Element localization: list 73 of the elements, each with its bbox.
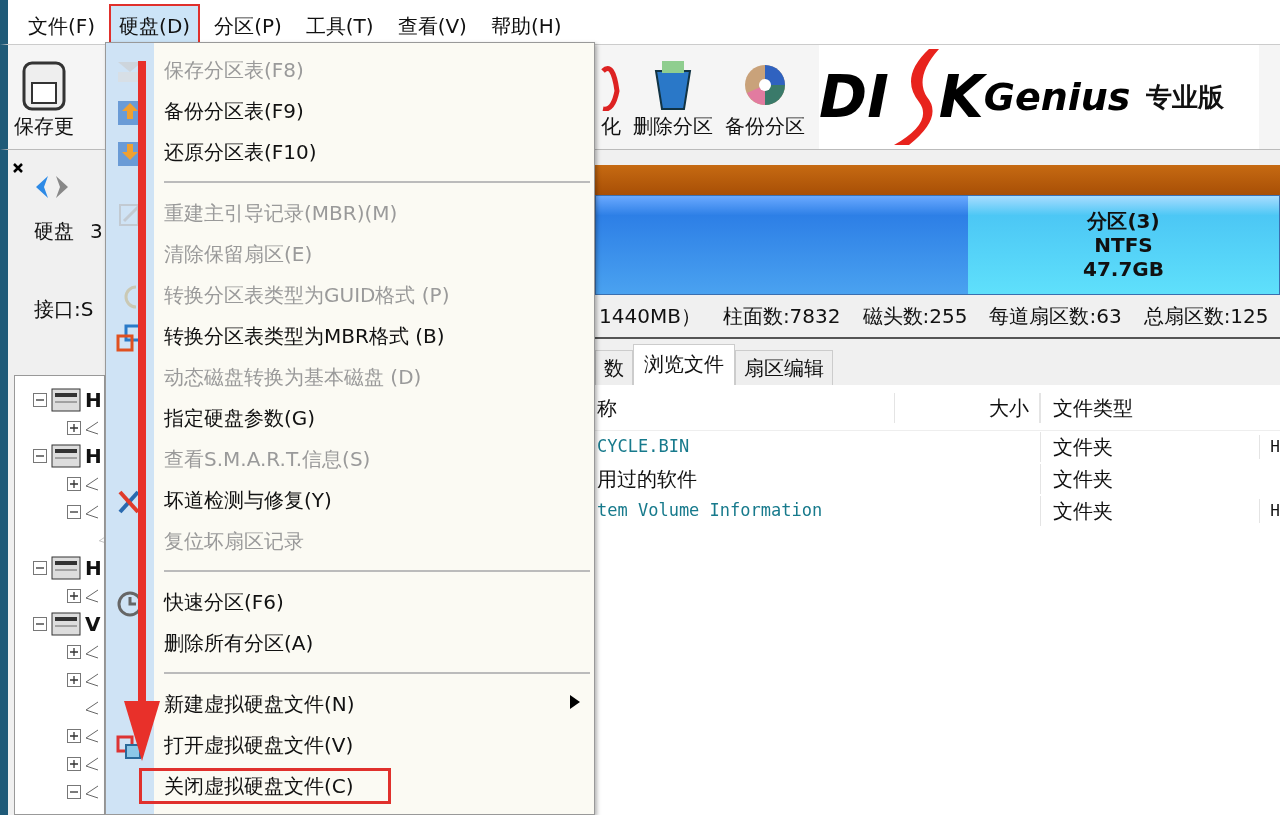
menu-item[interactable]: 还原分区表(F10) <box>157 133 324 170</box>
toolbar-button[interactable]: 备份分区 <box>719 45 811 149</box>
logo-text: DI <box>819 61 889 133</box>
tree-label[interactable]: H <box>85 385 102 415</box>
partition-text: NTFS <box>1094 233 1153 257</box>
collapse-toggle-icon[interactable] <box>67 785 81 799</box>
menu-item[interactable]: 帮助(H) <box>480 4 572 44</box>
collapse-toggle-icon[interactable] <box>33 449 47 463</box>
toolbar-button[interactable]: 化 <box>595 45 627 149</box>
table-cell: 文件夹 <box>1040 464 1260 494</box>
collapse-toggle-icon[interactable] <box>33 617 47 631</box>
tab[interactable]: 扇区编辑 <box>735 350 833 385</box>
collapse-toggle-icon[interactable] <box>33 393 47 407</box>
table-cell: H <box>1259 499 1280 523</box>
close-icon[interactable] <box>12 162 24 174</box>
menu-item[interactable]: 删除所有分区(A) <box>157 624 321 661</box>
collapse-toggle-icon[interactable] <box>33 561 47 575</box>
expand-toggle-icon[interactable] <box>67 645 81 659</box>
table-cell-text: 用过的软件 <box>596 466 698 493</box>
menu-item[interactable]: 文件(F) <box>18 4 106 44</box>
disk-number: 3 <box>90 218 103 245</box>
menu-item[interactable]: 硬盘(D) <box>109 4 201 44</box>
menu-item[interactable]: 新建虚拟硬盘文件(N) <box>157 685 362 722</box>
toolbar-button[interactable]: 保存更 <box>8 45 80 149</box>
partition-block[interactable]: 分区(3) NTFS 47.7GB <box>968 196 1279 294</box>
right-arrow-icon <box>54 174 70 200</box>
logo-text: 专业版 <box>1146 80 1225 114</box>
menu-item[interactable]: 坏道检测与修复(Y) <box>157 481 339 518</box>
submenu-arrow-icon <box>570 695 580 709</box>
table-cell-text: CYCLE.BIN <box>596 435 691 459</box>
expand-toggle-icon[interactable] <box>67 729 81 743</box>
tree-label[interactable]: H <box>85 441 102 471</box>
expand-toggle-icon[interactable] <box>67 589 81 603</box>
tree-label[interactable]: H <box>85 553 102 583</box>
drive-icon <box>51 611 81 637</box>
drive-icon <box>51 443 81 469</box>
disk-info-text: 总扇区数:125 <box>1143 303 1269 330</box>
overlapping-squares-icon <box>116 733 144 761</box>
interface-label: 接口:S <box>34 296 95 323</box>
tab[interactable]: 数 <box>595 350 633 385</box>
menu-item[interactable]: 快速分区(F6) <box>157 583 291 620</box>
table-cell-text: tem Volume Information <box>596 499 824 523</box>
column-header[interactable]: 文件类型 <box>1040 392 1260 423</box>
disk-info-text: 1440MB） <box>599 303 701 330</box>
drive-icon <box>51 555 81 581</box>
table-cell: 文件夹 <box>1039 432 1260 462</box>
column-header[interactable]: 大小 <box>895 392 1040 423</box>
menu-item[interactable]: 关闭虚拟硬盘文件(C) <box>139 767 391 804</box>
disk-info-text: 每道扇区数:63 <box>989 303 1122 330</box>
menu-item[interactable]: 查看(V) <box>387 4 477 44</box>
menu-item[interactable]: 指定硬盘参数(G) <box>157 399 323 436</box>
table-cell: 文件夹 <box>1039 496 1260 526</box>
menu-item[interactable]: 转换分区表类型为MBR格式 (B) <box>157 317 452 354</box>
partition-text: 47.7GB <box>1083 257 1164 281</box>
expand-toggle-icon[interactable] <box>67 673 81 687</box>
table-cell: H <box>1259 435 1280 459</box>
toolbar-button[interactable]: 删除分区 <box>627 45 719 149</box>
menu-item[interactable]: 分区(P) <box>204 4 292 44</box>
drive-icon <box>51 387 81 413</box>
menu-item[interactable]: 打开虚拟硬盘文件(V) <box>157 726 361 763</box>
expand-toggle-icon[interactable] <box>67 477 81 491</box>
expand-toggle-icon[interactable] <box>67 757 81 771</box>
menu-item[interactable]: 工具(T) <box>295 4 384 44</box>
menu-item[interactable]: 备份分区表(F9) <box>157 92 311 129</box>
disk-info-text: 磁头数:255 <box>862 303 968 330</box>
disk-info-text: 柱面数:7832 <box>722 303 841 330</box>
tree-label[interactable]: V <box>85 609 101 639</box>
disk-label: 硬盘 <box>34 218 74 245</box>
left-arrow-icon <box>34 174 50 200</box>
tab[interactable]: 浏览文件 <box>633 344 735 385</box>
partition-text: 分区(3) <box>1087 209 1160 233</box>
collapse-toggle-icon[interactable] <box>67 505 81 519</box>
expand-toggle-icon[interactable] <box>67 421 81 435</box>
